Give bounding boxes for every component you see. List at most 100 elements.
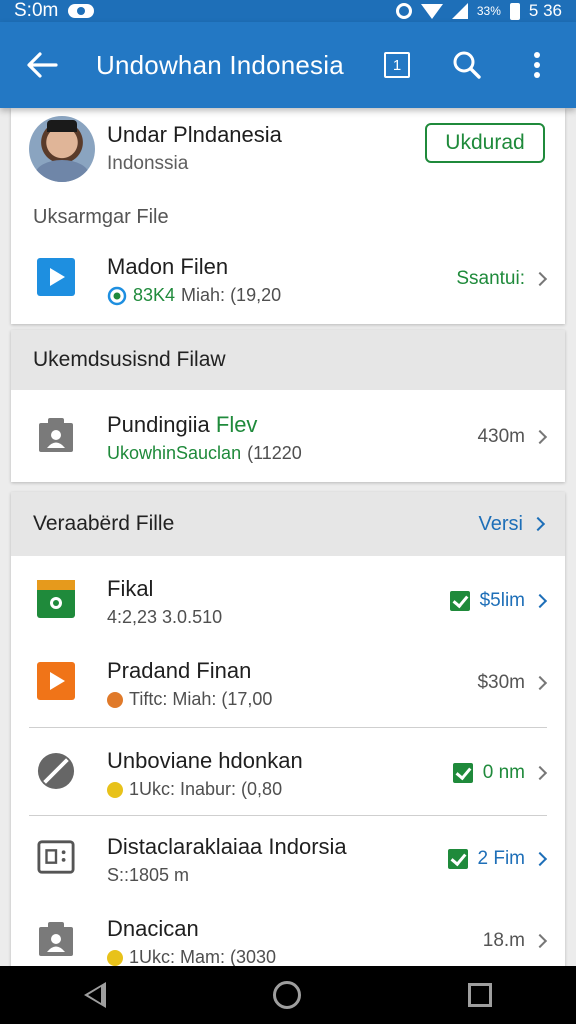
item-title: Madon Filen [107, 254, 229, 279]
list-item[interactable]: Distaclaraklaiaa Indorsia S::1805 m 2 Fi… [11, 818, 565, 904]
contact-file-icon [37, 416, 75, 454]
list-item[interactable]: Unboviane hdonkan 1Ukc: Inabur: (0,80 0 … [11, 732, 565, 818]
chevron-right-icon [532, 429, 548, 445]
chevron-right-icon [532, 593, 548, 609]
divider [29, 815, 547, 816]
check-icon[interactable] [449, 591, 470, 611]
list-item[interactable]: Pundingiia Flev UkowhinSauclan (11220 43… [11, 396, 565, 482]
tab-count: 1 [392, 56, 402, 74]
item-badge-text: 83K4 [133, 285, 176, 305]
item-sub-text: Miah: (19,20 [181, 285, 282, 305]
block-icon [37, 752, 75, 790]
status-bar: S:0m 33% 5 36 [0, 0, 576, 22]
profile-name: Undar Plndanesia [107, 122, 282, 147]
item-meta-text: 18.m [482, 930, 525, 951]
wallet-file-icon [37, 580, 75, 618]
contact-file-icon [37, 920, 75, 958]
profile-action-button[interactable]: Ukdurad [425, 123, 545, 163]
item-subtitle: S::1805 m [107, 865, 189, 886]
tabs-button[interactable]: 1 [362, 35, 432, 95]
item-sub-text: 1Ukc: Inabur: (0,80 [129, 779, 283, 799]
item-subtitle: 4:2,23 3.0.510 [107, 607, 222, 628]
section-card: Veraabërd Fille Versi Fikal 4:2,23 3.0.5… [11, 492, 565, 966]
item-meta-text: 0 nm [482, 762, 525, 783]
chevron-right-icon [532, 851, 548, 867]
item-title: Unboviane hdonkan [107, 748, 303, 773]
page-title: Undowhan Indonesia [96, 49, 344, 80]
notification-pill-icon [68, 4, 95, 18]
section-header-action[interactable]: Versi [478, 492, 546, 556]
item-subtitle: 1Ukc: Mam: (3030 [107, 947, 276, 966]
item-title: Fikal [107, 576, 154, 601]
battery-text: 33% [476, 4, 501, 18]
wifi-icon [420, 3, 443, 19]
system-nav-bar [0, 966, 576, 1024]
item-meta: 430m [477, 422, 548, 452]
nav-recents-icon[interactable] [468, 983, 493, 1007]
chevron-right-icon [532, 933, 548, 949]
item-subtitle: 83K4 Miah: (19,20 [107, 285, 281, 306]
item-meta: 2 Fim [447, 844, 548, 874]
status-clock: 5 36 [528, 1, 562, 20]
section-action-label: Versi [478, 512, 523, 535]
section-label: Uksarmgar File [33, 206, 169, 228]
section-header: Veraabërd Fille Versi [11, 492, 565, 556]
item-sub-text: (11220 [247, 443, 302, 463]
check-icon[interactable] [447, 849, 468, 869]
item-meta: Ssantui: [456, 264, 548, 294]
item-sub-text: 1Ukc: Mam: (3030 [129, 947, 277, 966]
search-button[interactable] [432, 35, 502, 95]
chevron-right-icon [530, 516, 546, 532]
list-item[interactable]: Pradand Finan Tiftc: Miah: (17,00 $30m [11, 642, 565, 728]
status-dot-icon [107, 781, 123, 798]
check-icon[interactable] [452, 763, 473, 783]
item-meta: $5lim [449, 586, 548, 616]
item-sub-accent: UkowhinSauclan [107, 443, 242, 463]
section-card: Ukemdsusisnd Filaw Pundingiia Flev Ukowh… [11, 330, 565, 482]
back-arrow-icon [27, 52, 58, 78]
app-bar: Undowhan Indonesia 1 [0, 22, 576, 108]
battery-icon [509, 2, 520, 20]
video-file-icon [37, 662, 75, 700]
nav-back-icon[interactable] [83, 982, 106, 1008]
item-meta: 0 nm [452, 758, 548, 788]
chevron-right-icon [532, 271, 548, 287]
nav-home-icon[interactable] [272, 981, 301, 1009]
status-dot-icon [107, 949, 123, 966]
back-button[interactable] [12, 35, 72, 95]
chevron-right-icon [532, 675, 548, 691]
status-dot-icon [107, 691, 123, 708]
section-header: Ukemdsusisnd Filaw [11, 330, 565, 390]
avatar[interactable] [29, 116, 95, 182]
tab-count-icon: 1 [384, 52, 410, 78]
item-subtitle: UkowhinSauclan (11220 [107, 443, 302, 464]
profile-header: Undar Plndanesia Indonssia Ukdurad [11, 108, 565, 204]
item-title-main: Pundingiia [107, 412, 216, 437]
item-meta-text: $5lim [479, 590, 525, 611]
document-box-icon [37, 838, 75, 876]
item-title: Pundingiia Flev [107, 412, 257, 438]
chevron-right-icon [532, 765, 548, 781]
item-meta-text: Ssantui: [456, 268, 525, 289]
item-subtitle: Tiftc: Miah: (17,00 [107, 689, 272, 710]
item-title: Dnacican [107, 916, 199, 941]
list-item[interactable]: Madon Filen 83K4 Miah: (19,20 Ssantui: [11, 238, 565, 324]
item-sub-text: S::1805 m [107, 865, 190, 885]
item-meta: $30m [477, 668, 548, 698]
signal-icon [451, 3, 468, 19]
item-title: Pradand Finan [107, 658, 252, 683]
section-header-title: Veraabërd Fille [33, 512, 175, 535]
item-meta: 18.m [482, 926, 548, 956]
content-area[interactable]: Undar Plndanesia Indonssia Ukdurad Uksar… [0, 108, 576, 966]
settings-status-icon [395, 3, 412, 19]
status-time: S:0m [14, 0, 59, 21]
profile-card: Undar Plndanesia Indonssia Ukdurad Uksar… [11, 108, 565, 324]
list-item[interactable]: Fikal 4:2,23 3.0.510 $5lim [11, 560, 565, 646]
list-item[interactable]: Dnacican 1Ukc: Mam: (3030 18.m [11, 900, 565, 966]
item-sub-text: Tiftc: Miah: (17,00 [129, 689, 273, 709]
more-options-button[interactable] [502, 35, 572, 95]
divider [29, 727, 547, 728]
video-file-icon [37, 258, 75, 296]
search-icon [453, 51, 481, 79]
more-vert-icon [534, 52, 540, 78]
